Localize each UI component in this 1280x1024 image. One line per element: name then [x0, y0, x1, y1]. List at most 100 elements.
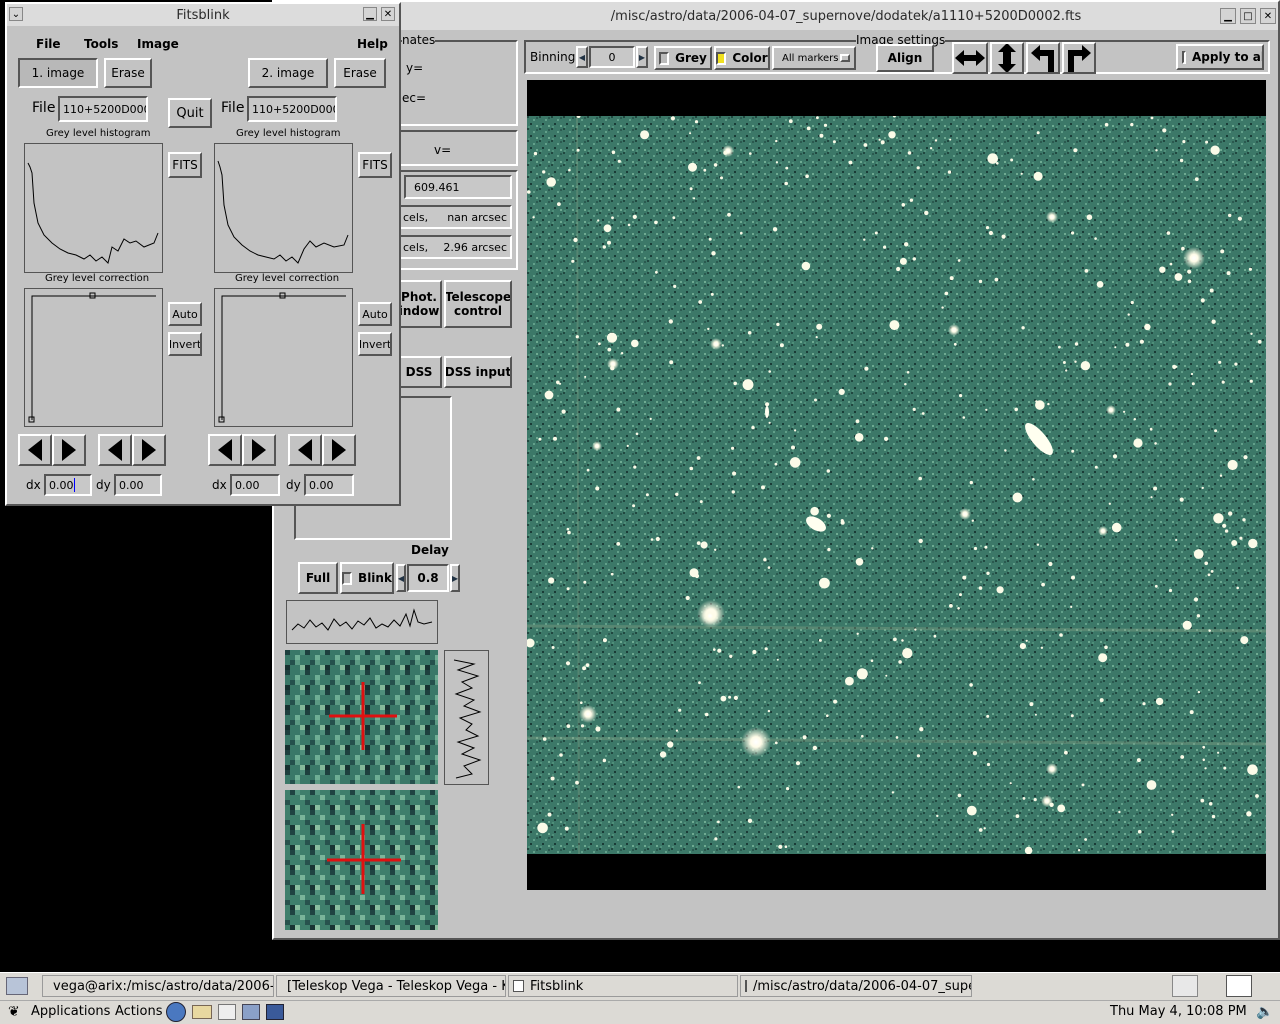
- maximize-icon[interactable]: □: [1240, 8, 1256, 24]
- dx-left-input[interactable]: 0.00: [44, 474, 92, 496]
- image-canvas[interactable]: [527, 80, 1266, 890]
- star: [616, 542, 621, 546]
- fits-left-button[interactable]: FITS: [168, 152, 202, 178]
- binning-value[interactable]: 0: [589, 46, 635, 68]
- blink-checkbox[interactable]: [342, 571, 353, 585]
- star: [826, 714, 829, 717]
- grey-toggle[interactable]: Grey: [654, 46, 712, 70]
- color-checkbox[interactable]: [716, 51, 727, 65]
- left-prev-button[interactable]: [18, 434, 52, 466]
- close-icon[interactable]: ✕: [1260, 8, 1276, 24]
- screen-icon[interactable]: [242, 1004, 260, 1020]
- volume-icon[interactable]: 🔈: [1256, 1004, 1273, 1020]
- image-2-button[interactable]: 2. image: [248, 58, 328, 88]
- dx-right-input[interactable]: 0.00: [230, 474, 280, 496]
- taskbar-item-fitsblink[interactable]: Fitsblink: [508, 975, 738, 997]
- foot-icon[interactable]: ❦: [8, 1004, 20, 1020]
- right-up-button[interactable]: [288, 434, 322, 466]
- menu-help[interactable]: Help: [357, 37, 388, 51]
- menu-image[interactable]: Image: [137, 37, 179, 51]
- left-down-button[interactable]: [132, 434, 166, 466]
- presentation-icon[interactable]: [266, 1004, 284, 1020]
- clock[interactable]: Thu May 4, 10:08 PM: [1110, 1004, 1247, 1019]
- blink-button[interactable]: Blink: [340, 562, 394, 594]
- file-right-input[interactable]: 110+5200D0002.f: [247, 96, 337, 122]
- color-toggle[interactable]: Color: [714, 46, 770, 70]
- main-window-titlebar[interactable]: /misc/astro/data/2006-04-07_supernove/do…: [274, 2, 1278, 30]
- fitsblink-titlebar[interactable]: Fitsblink: [7, 4, 399, 26]
- delay-decrease-button[interactable]: ◀: [396, 564, 406, 592]
- delay-increase-button[interactable]: ▶: [450, 564, 460, 592]
- right-down-button[interactable]: [322, 434, 356, 466]
- binning-decrease-button[interactable]: ◀: [576, 46, 588, 68]
- star: [774, 741, 778, 745]
- align-button[interactable]: Align: [876, 44, 934, 72]
- fitsblink-close-icon[interactable]: ✕: [381, 7, 395, 21]
- image-1-button[interactable]: 1. image: [18, 58, 98, 88]
- binning-increase-button[interactable]: ▶: [636, 46, 648, 68]
- left-up-button[interactable]: [98, 434, 132, 466]
- auto-right-button[interactable]: Auto: [358, 302, 392, 326]
- applications-menu[interactable]: Applications: [31, 1004, 110, 1019]
- workspace-2-icon[interactable]: [1226, 975, 1252, 997]
- phot-window-button[interactable]: Phot. indow: [396, 280, 442, 328]
- star: [582, 666, 587, 671]
- dy-right-input[interactable]: 0.00: [304, 474, 354, 496]
- markers-dropdown[interactable]: All markers: [772, 46, 856, 70]
- invert-right-button[interactable]: Invert: [358, 332, 392, 356]
- triangle-left-icon: [298, 439, 312, 461]
- star: [1057, 804, 1066, 813]
- taskbar-item-terminal[interactable]: vega@arix:/misc/astro/data/2006-04: [42, 975, 274, 997]
- star: [598, 342, 601, 346]
- invert-left-button[interactable]: Invert: [168, 332, 202, 356]
- dec-label: ec=: [402, 91, 427, 105]
- actions-menu[interactable]: Actions: [115, 1004, 163, 1019]
- telescope-control-button[interactable]: Telescope control: [444, 280, 512, 328]
- star: [1125, 342, 1130, 347]
- flip-vertical-button[interactable]: [990, 42, 1024, 74]
- minimize-icon[interactable]: ▁: [1220, 8, 1236, 24]
- grey-checkbox[interactable]: [659, 51, 670, 65]
- star: [816, 116, 819, 120]
- dss-input-button[interactable]: DSS input: [444, 356, 512, 388]
- right-next-button[interactable]: [242, 434, 276, 466]
- dss-button[interactable]: DSS: [396, 356, 442, 388]
- star: [984, 545, 988, 549]
- erase-right-button[interactable]: Erase: [334, 58, 386, 88]
- star: [553, 436, 557, 441]
- erase-left-button[interactable]: Erase: [104, 58, 152, 88]
- window-menu-icon[interactable]: ⌄: [9, 7, 23, 21]
- star: [1180, 755, 1185, 759]
- full-button[interactable]: Full: [298, 562, 338, 594]
- rotate-left-button[interactable]: [1026, 42, 1060, 74]
- auto-left-button[interactable]: Auto: [168, 302, 202, 326]
- quit-button[interactable]: Quit: [168, 98, 212, 128]
- rotate-right-button[interactable]: [1062, 42, 1096, 74]
- star: [972, 751, 978, 756]
- star: [941, 306, 944, 309]
- dy-left-input[interactable]: 0.00: [114, 474, 162, 496]
- menu-tools[interactable]: Tools: [84, 37, 118, 51]
- apply-to-all-checkbox[interactable]: [1182, 50, 1186, 64]
- file-left-input[interactable]: 110+5200D0002.f: [58, 96, 148, 122]
- apply-to-all-toggle[interactable]: Apply to al: [1176, 44, 1264, 70]
- fits-right-button[interactable]: FITS: [358, 152, 392, 178]
- workspace-1-icon[interactable]: [1172, 975, 1198, 997]
- bright-star: [607, 358, 619, 370]
- star-field-image[interactable]: [527, 116, 1266, 854]
- taskbar-item-teleskop[interactable]: [Teleskop Vega - Teleskop Vega - K: [276, 975, 506, 997]
- globe-icon[interactable]: [166, 1002, 186, 1022]
- fitsblink-minimize-icon[interactable]: ▁: [363, 7, 377, 21]
- star: [786, 787, 790, 791]
- show-desktop-icon[interactable]: [6, 977, 28, 995]
- right-prev-button[interactable]: [208, 434, 242, 466]
- taskbar-item-image[interactable]: /misc/astro/data/2006-04-07_supern: [740, 975, 972, 997]
- left-next-button[interactable]: [52, 434, 86, 466]
- flip-horizontal-button[interactable]: [952, 42, 988, 74]
- mail-icon[interactable]: [192, 1005, 212, 1019]
- star: [1217, 751, 1220, 754]
- star: [901, 203, 906, 207]
- notepad-icon[interactable]: [218, 1004, 236, 1020]
- menu-file[interactable]: File: [36, 37, 61, 51]
- delay-value[interactable]: 0.8: [407, 564, 449, 592]
